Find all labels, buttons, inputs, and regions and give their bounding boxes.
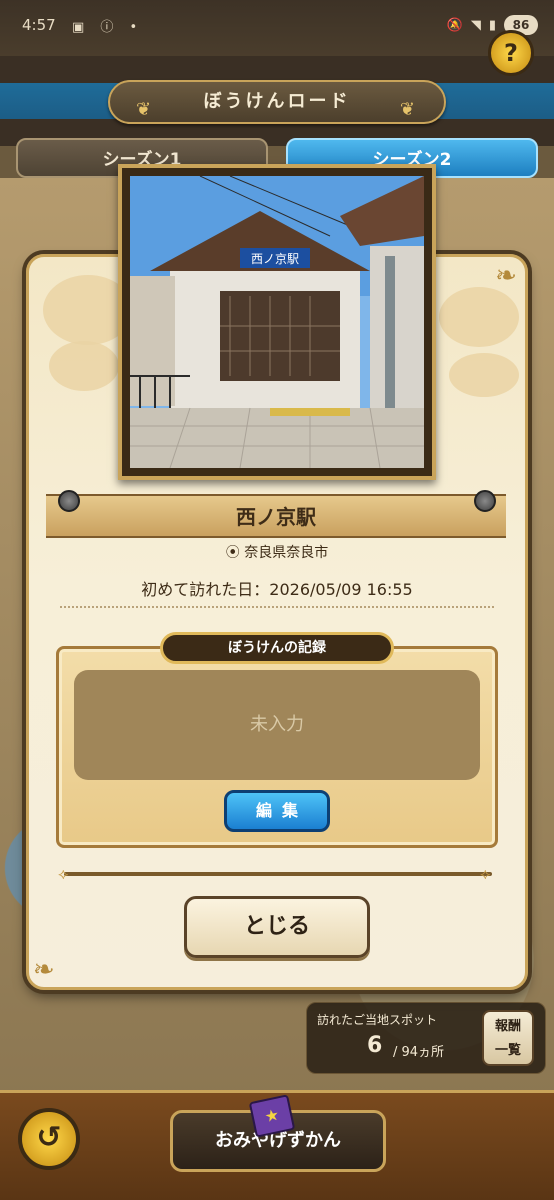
reward-list-label-1: 報酬 [494, 1019, 521, 1034]
adventure-record-label: ぼうけんの記録 [160, 632, 394, 664]
status-notification-icons: ▣ ⓘ • [72, 20, 144, 35]
divider-ornament-icon: ⟡ [480, 864, 491, 883]
visited-spots-total: / 94ヵ所 [393, 1045, 445, 1060]
visited-spots-count: 6 [367, 1033, 383, 1058]
status-bar: 4:57 ▣ ⓘ • 🔕 ◥ ▮ 86 [0, 0, 554, 56]
corner-ornament-icon: ❧ [495, 261, 517, 291]
help-button[interactable]: ? [488, 30, 534, 76]
reward-list-button[interactable]: 報酬 一覧 [482, 1010, 534, 1066]
spot-name-plate: 西ノ京駅 [46, 494, 506, 538]
signal-icon: ▮ [488, 17, 496, 33]
pin-left-icon [58, 490, 80, 512]
svg-text:西ノ京駅: 西ノ京駅 [251, 252, 299, 266]
spot-photo-frame: 西ノ京駅 [118, 164, 436, 480]
ornamental-divider [64, 872, 492, 876]
cloud-decoration [449, 353, 519, 397]
divider-ornament-icon: ⟡ [58, 864, 69, 883]
wifi-icon: ◥ [470, 17, 481, 33]
station-photo: 西ノ京駅 [130, 176, 424, 468]
header: ❦ ぼうけんロード ❦ [0, 56, 554, 146]
pin-right-icon [474, 490, 496, 512]
cloud-decoration [439, 287, 519, 347]
corner-ornament-icon: ❧ [33, 955, 55, 985]
mute-icon: 🔕 [446, 17, 463, 33]
visited-spots-label: 訪れたご当地スポット [317, 1013, 438, 1027]
spot-name: 西ノ京駅 [236, 505, 316, 529]
page-title-plate: ❦ ぼうけんロード ❦ [108, 80, 446, 124]
status-system-icons: 🔕 ◥ ▮ 86 [447, 15, 538, 35]
spot-location-text: 奈良県奈良市 [244, 545, 329, 561]
flourish-left-icon: ❦ [136, 99, 155, 120]
spot-location: ⦿ 奈良県奈良市 [0, 542, 554, 562]
dotted-divider [60, 606, 494, 608]
back-button[interactable]: ↺ [18, 1108, 80, 1170]
edit-record-button[interactable]: 編集 [224, 790, 330, 832]
first-visited-date: 初めて訪れた日：2026/05/09 16:55 [141, 580, 413, 599]
page-title: ぼうけんロード [203, 91, 351, 112]
flourish-right-icon: ❦ [399, 99, 418, 120]
status-time: 4:57 [22, 16, 56, 34]
close-button[interactable]: とじる [184, 896, 370, 958]
adventure-record-text-box[interactable]: 未入力 [74, 670, 480, 780]
location-pin-icon: ⦿ [225, 545, 240, 561]
reward-list-label-2: 一覧 [494, 1043, 521, 1058]
cloud-decoration [49, 341, 119, 391]
